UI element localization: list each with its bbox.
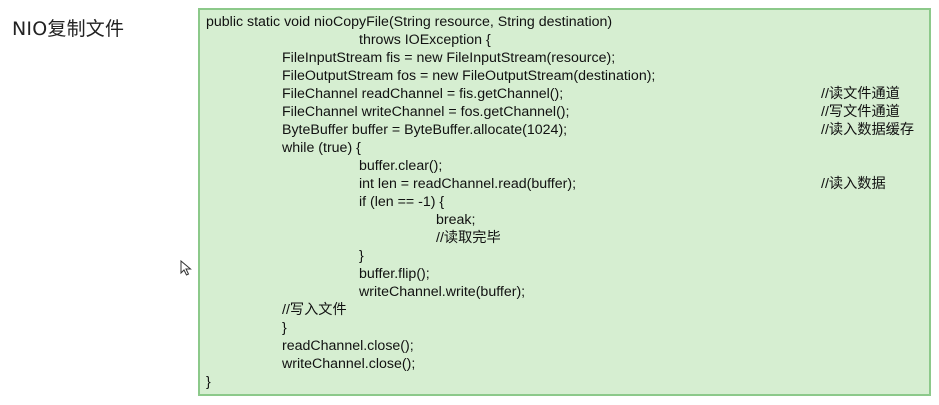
code-line: break; bbox=[436, 212, 476, 228]
code-line: int len = readChannel.read(buffer); bbox=[359, 176, 577, 192]
code-line: } bbox=[206, 374, 211, 390]
code-line: readChannel.close(); bbox=[282, 338, 414, 354]
slide-title: NIO复制文件 bbox=[12, 18, 125, 40]
mouse-cursor-icon bbox=[180, 260, 192, 276]
code-line: FileOutputStream fos = new FileOutputStr… bbox=[282, 68, 656, 84]
code-line: buffer.clear(); bbox=[359, 158, 443, 174]
code-comment: //读入数据 bbox=[821, 176, 886, 192]
code-line: writeChannel.close(); bbox=[282, 356, 416, 372]
code-line: while (true) { bbox=[282, 140, 361, 156]
code-line: FileChannel readChannel = fis.getChannel… bbox=[282, 86, 564, 102]
code-line: FileChannel writeChannel = fos.getChanne… bbox=[282, 104, 570, 120]
code-line: //写入文件 bbox=[282, 302, 347, 318]
code-line: writeChannel.write(buffer); bbox=[359, 284, 526, 300]
code-line: } bbox=[359, 248, 364, 264]
code-line: FileInputStream fis = new FileInputStrea… bbox=[282, 50, 616, 66]
code-line: ByteBuffer buffer = ByteBuffer.allocate(… bbox=[282, 122, 568, 138]
code-comment: //写文件通道 bbox=[821, 104, 900, 120]
code-comment: //读文件通道 bbox=[821, 86, 900, 102]
code-line: //读取完毕 bbox=[436, 230, 501, 246]
code-comment: //读入数据缓存 bbox=[821, 122, 915, 138]
code-line: if (len == -1) { bbox=[359, 194, 445, 210]
code-line: buffer.flip(); bbox=[359, 266, 430, 282]
code-line: } bbox=[282, 320, 287, 336]
code-line: throws IOException { bbox=[359, 32, 491, 48]
code-block: public static void nioCopyFile(String re… bbox=[198, 8, 931, 396]
code-line: public static void nioCopyFile(String re… bbox=[206, 14, 613, 30]
